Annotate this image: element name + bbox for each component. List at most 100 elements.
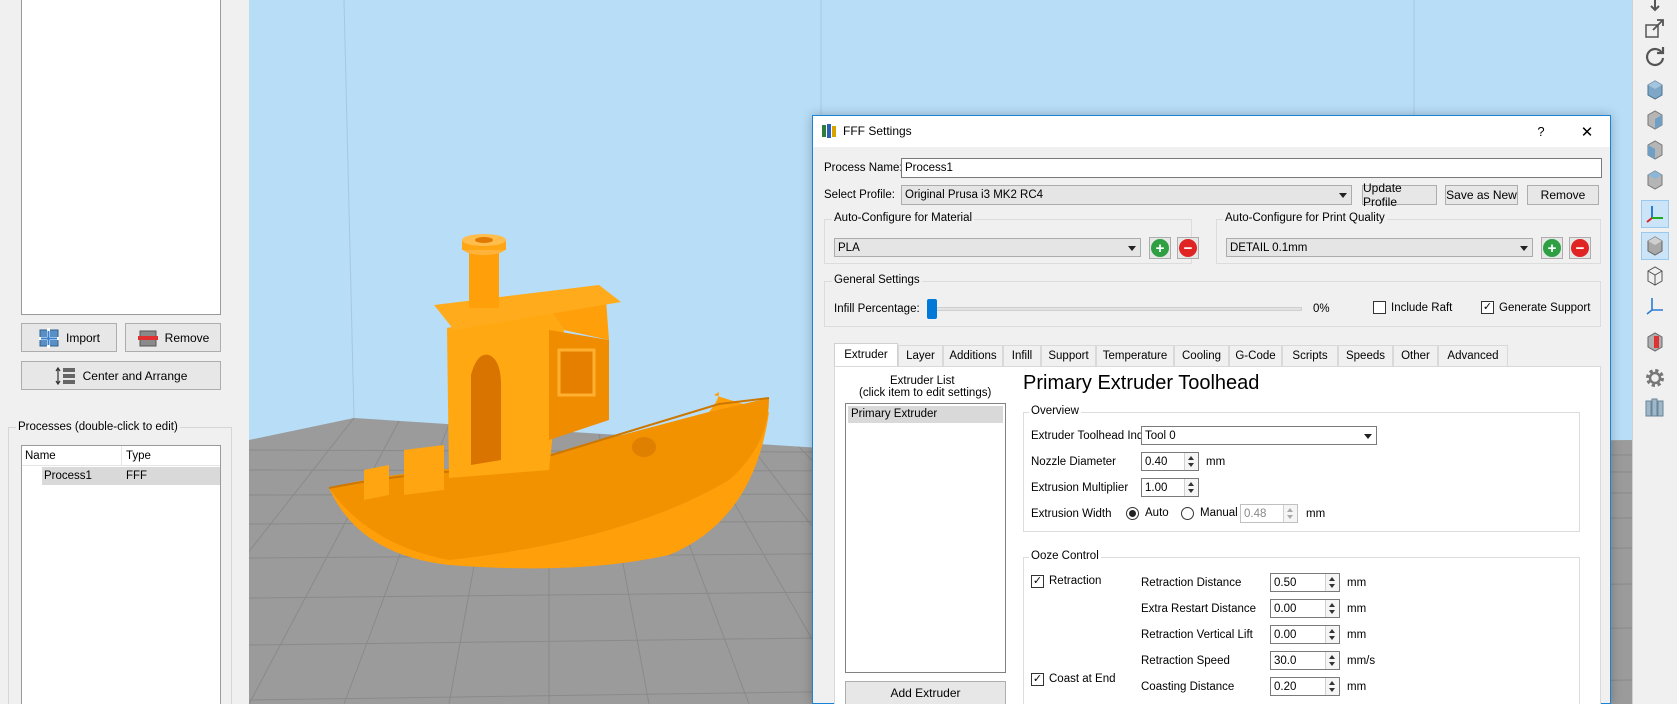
solid-view-icon[interactable]	[1641, 232, 1669, 260]
gear-icon[interactable]	[1641, 364, 1669, 392]
retraction-speed-spinbox[interactable]: 30.0	[1270, 651, 1340, 670]
remove-quality-button[interactable]: −	[1569, 237, 1591, 259]
tab-gcode[interactable]: G-Code	[1229, 345, 1282, 366]
tab-cooling[interactable]: Cooling	[1174, 345, 1229, 366]
retraction-speed-value: 30.0	[1274, 654, 1297, 667]
extruder-item-label: Primary Extruder	[851, 408, 938, 420]
column-header-name[interactable]: Name	[25, 450, 56, 462]
tab-infill[interactable]: Infill	[1003, 345, 1041, 366]
scale-icon[interactable]	[1641, 14, 1669, 42]
tab-scripts[interactable]: Scripts	[1282, 345, 1338, 366]
spin-arrows-icon[interactable]	[1325, 626, 1339, 643]
view-back-icon[interactable]	[1641, 106, 1669, 134]
remove-profile-button[interactable]: Remove	[1527, 185, 1599, 205]
wireframe-icon[interactable]	[1641, 262, 1669, 290]
add-material-button[interactable]: +	[1149, 237, 1171, 259]
toolhead-index-select[interactable]: Tool 0	[1141, 426, 1377, 445]
toolhead-index-value: Tool 0	[1145, 429, 1176, 442]
spin-arrows-icon[interactable]	[1184, 479, 1198, 496]
extrusion-multiplier-spinbox[interactable]: 1.00	[1141, 478, 1199, 497]
center-and-arrange-button[interactable]: Center and Arrange	[21, 361, 221, 390]
rotate-icon[interactable]	[1641, 42, 1669, 70]
extrusion-multiplier-label: Extrusion Multiplier	[1031, 482, 1129, 494]
tab-support[interactable]: Support	[1041, 345, 1096, 366]
close-button[interactable]: ✕	[1564, 116, 1610, 147]
retraction-distance-spinbox[interactable]: 0.50	[1270, 573, 1340, 592]
extruder-list-hint: (click item to edit settings)	[859, 387, 992, 399]
process-name-field[interactable]: Process1	[901, 158, 1602, 178]
view-right-icon[interactable]	[1641, 166, 1669, 194]
axes-icon[interactable]	[1641, 200, 1669, 228]
include-raft-label: Include Raft	[1391, 302, 1453, 314]
processes-title: Processes (double-click to edit)	[16, 421, 180, 433]
dialog-title: FFF Settings	[843, 124, 912, 138]
coast-at-end-checkbox[interactable]: ✓	[1031, 673, 1044, 686]
minus-icon: −	[1571, 239, 1589, 257]
nozzle-diameter-value: 0.40	[1145, 455, 1168, 468]
extra-restart-spinbox[interactable]: 0.00	[1270, 599, 1340, 618]
retraction-checkbox[interactable]: ✓	[1031, 575, 1044, 588]
fff-settings-dialog: FFF Settings ? ✕ Process Name: Process1 …	[812, 115, 1611, 704]
layers-icon[interactable]	[1641, 394, 1669, 422]
view-front-icon[interactable]	[1641, 76, 1669, 104]
manual-radio[interactable]	[1181, 507, 1194, 520]
tab-speeds[interactable]: Speeds	[1338, 345, 1393, 366]
process-name-label: Process Name:	[824, 162, 903, 174]
chevron-down-icon	[1364, 433, 1372, 439]
measure-icon[interactable]	[1641, 292, 1669, 320]
remove-model-button[interactable]: Remove	[125, 323, 221, 352]
tab-temperature[interactable]: Temperature	[1096, 345, 1174, 366]
material-select[interactable]: PLA	[834, 238, 1141, 257]
chevron-down-icon	[1128, 245, 1136, 251]
column-header-type[interactable]: Type	[126, 450, 151, 462]
vertical-lift-value: 0.00	[1274, 628, 1297, 641]
auto-radio[interactable]	[1126, 507, 1139, 520]
spin-arrows-icon[interactable]	[1283, 505, 1297, 522]
infill-slider[interactable]	[927, 299, 1302, 319]
extra-restart-value: 0.00	[1274, 602, 1297, 615]
spin-arrows-icon[interactable]	[1184, 453, 1198, 470]
remove-icon	[137, 328, 159, 348]
spin-arrows-icon[interactable]	[1325, 678, 1339, 695]
generate-support-checkbox[interactable]: ✓	[1481, 301, 1494, 314]
extruder-list[interactable]: Primary Extruder	[845, 403, 1006, 673]
include-raft-checkbox[interactable]	[1373, 301, 1386, 314]
section-icon[interactable]	[1641, 328, 1669, 356]
dialog-title-bar[interactable]: FFF Settings ? ✕	[813, 116, 1610, 147]
nozzle-diameter-spinbox[interactable]: 0.40	[1141, 452, 1199, 471]
coasting-distance-spinbox[interactable]: 0.20	[1270, 677, 1340, 696]
processes-table[interactable]: Name Type Process1 FFF	[21, 445, 221, 704]
import-icon	[38, 327, 60, 348]
extrusion-width-spinbox[interactable]: 0.48	[1240, 504, 1298, 523]
slider-track	[929, 307, 1302, 311]
view-left-icon[interactable]	[1641, 136, 1669, 164]
help-button[interactable]: ?	[1518, 116, 1564, 147]
table-header: Name Type	[22, 446, 220, 466]
models-list[interactable]	[21, 0, 221, 315]
toolhead-index-label: Extruder Toolhead Index	[1031, 430, 1156, 442]
table-row[interactable]: Process1 FFF	[42, 467, 220, 485]
add-quality-button[interactable]: +	[1541, 237, 1563, 259]
spin-arrows-icon[interactable]	[1325, 574, 1339, 591]
list-item[interactable]: Primary Extruder	[848, 406, 1003, 423]
remove-material-button[interactable]: −	[1177, 237, 1199, 259]
import-button[interactable]: Import	[21, 323, 117, 352]
slider-handle[interactable]	[927, 299, 937, 319]
retraction-speed-label: Retraction Speed	[1141, 655, 1230, 667]
tab-other[interactable]: Other	[1393, 345, 1438, 366]
vertical-lift-spinbox[interactable]: 0.00	[1270, 625, 1340, 644]
tab-advanced[interactable]: Advanced	[1438, 345, 1508, 366]
spin-arrows-icon[interactable]	[1325, 652, 1339, 669]
quality-select[interactable]: DETAIL 0.1mm	[1226, 238, 1533, 257]
extrusion-multiplier-value: 1.00	[1145, 481, 1168, 494]
spin-arrows-icon[interactable]	[1325, 600, 1339, 617]
profile-select[interactable]: Original Prusa i3 MK2 RC4	[901, 185, 1352, 205]
tab-extruder[interactable]: Extruder	[834, 343, 898, 366]
tab-additions[interactable]: Additions	[943, 345, 1003, 366]
tab-layer[interactable]: Layer	[898, 345, 943, 366]
save-as-new-button[interactable]: Save as New	[1445, 185, 1518, 205]
infill-value: 0%	[1313, 303, 1330, 315]
extrusion-width-label: Extrusion Width	[1031, 508, 1112, 520]
add-extruder-button[interactable]: Add Extruder	[845, 681, 1006, 704]
update-profile-button[interactable]: Update Profile	[1362, 181, 1437, 209]
